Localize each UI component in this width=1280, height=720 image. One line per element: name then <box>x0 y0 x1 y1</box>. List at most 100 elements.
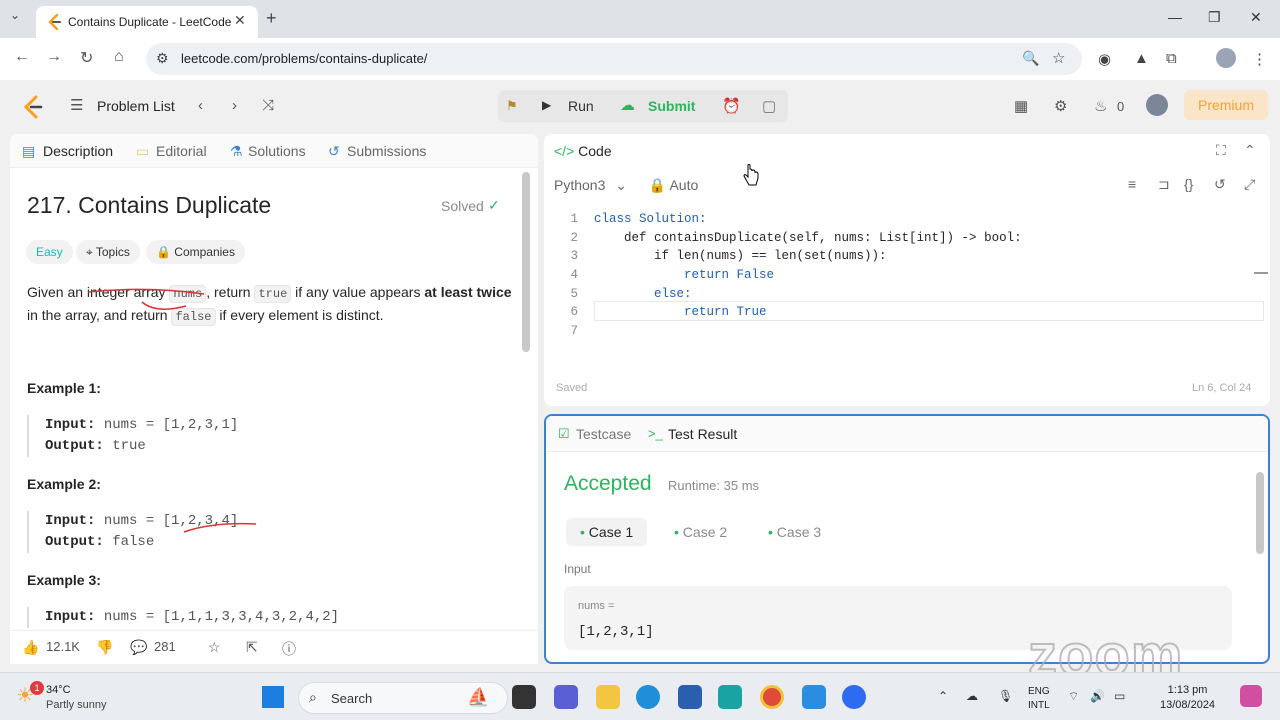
teams-chat-icon[interactable] <box>554 685 578 709</box>
code-line[interactable]: class Solution: <box>594 212 707 226</box>
taskbar-search[interactable]: ⌕ Search ⛵ <box>298 682 508 714</box>
layout-icon[interactable]: ▦ <box>1014 97 1028 115</box>
wifi-icon[interactable]: ⌔ <box>1068 689 1079 704</box>
streak-flame-icon[interactable]: ♨ <box>1094 97 1107 115</box>
code-line[interactable]: return True <box>594 305 767 319</box>
tab-editorial[interactable]: Editorial <box>156 143 207 159</box>
braces-icon[interactable]: {} <box>1184 176 1193 192</box>
bookmark-icon[interactable]: ⊐ <box>1158 176 1170 193</box>
notes-icon[interactable]: ▢ <box>762 97 776 115</box>
battery-icon[interactable]: ▭ <box>1114 689 1125 703</box>
debug-icon[interactable]: ⚑ <box>506 98 518 114</box>
extensions-puzzle-icon[interactable]: ⧉ <box>1166 50 1177 67</box>
browser-menu-icon[interactable]: ⋮ <box>1252 50 1267 68</box>
browser-tab[interactable]: Contains Duplicate - LeetCode ✕ <box>36 6 258 38</box>
tray-chevron-icon[interactable]: ⌃ <box>938 689 948 703</box>
premium-button[interactable]: Premium <box>1184 90 1268 120</box>
extension-colorful-icon[interactable]: ◉ <box>1098 50 1111 68</box>
problem-list-icon[interactable]: ☰ <box>70 96 83 114</box>
tab-solutions[interactable]: Solutions <box>248 143 306 159</box>
favorite-star-icon[interactable]: ☆ <box>208 639 221 656</box>
file-explorer-icon[interactable] <box>596 685 620 709</box>
code-line[interactable]: else: <box>594 287 692 301</box>
user-avatar[interactable] <box>1146 94 1168 116</box>
collapse-chevron-icon[interactable]: ⌃ <box>1244 142 1256 159</box>
fullscreen-icon[interactable]: ⛶ <box>1216 142 1226 159</box>
input-label: Input: <box>45 513 96 529</box>
browser-toolbar: ← → ↻ ⌂ ⚙ leetcode.com/problems/contains… <box>0 38 1280 80</box>
share-icon[interactable]: ⇱ <box>246 639 258 656</box>
mode-label[interactable]: Auto <box>669 177 698 193</box>
case-tab-1[interactable]: • Case 1 <box>566 518 648 546</box>
example-heading: Example 1: <box>27 380 101 396</box>
submit-button[interactable]: Submit <box>648 98 695 114</box>
zoom-app-icon[interactable] <box>842 685 866 709</box>
language-select[interactable]: Python3 <box>554 177 605 193</box>
maximize-icon[interactable]: ❐ <box>1208 9 1221 26</box>
store-icon[interactable] <box>678 685 702 709</box>
site-info-icon[interactable]: ⚙ <box>156 50 169 67</box>
close-window-icon[interactable]: ✕ <box>1250 9 1262 26</box>
tab-testcase[interactable]: Testcase <box>576 426 631 442</box>
pass-dot-icon: • <box>674 524 683 540</box>
leetcode-logo-icon[interactable] <box>22 95 44 119</box>
lang-layout: INTL <box>1028 700 1050 711</box>
chevron-down-icon[interactable]: ⌄ <box>615 177 627 193</box>
timer-icon[interactable]: ⏰ <box>722 97 741 115</box>
url-text: leetcode.com/problems/contains-duplicate… <box>181 51 428 66</box>
problem-list-link[interactable]: Problem List <box>97 98 175 114</box>
code-line[interactable]: return False <box>594 268 774 282</box>
language-indicator[interactable]: ENG INTL <box>1028 685 1050 713</box>
forward-icon[interactable]: → <box>46 48 62 66</box>
reload-icon[interactable]: ↻ <box>80 48 93 68</box>
code-line[interactable]: def containsDuplicate(self, nums: List[i… <box>594 231 1022 245</box>
cloud-icon[interactable]: ☁ <box>966 689 978 703</box>
example-output: false <box>112 534 155 550</box>
vscode-icon[interactable] <box>802 685 826 709</box>
zoom-icon[interactable]: 🔍 <box>1022 50 1039 67</box>
profile-avatar[interactable] <box>1216 48 1236 68</box>
close-tab-icon[interactable]: ✕ <box>234 12 246 29</box>
description-scrollbar[interactable] <box>522 172 530 352</box>
expand-icon[interactable]: ⤢ <box>1244 176 1255 193</box>
copilot-icon[interactable] <box>1240 685 1262 707</box>
tab-submissions[interactable]: Submissions <box>347 143 426 159</box>
topics-chip[interactable]: ⌖ Topics <box>76 240 140 264</box>
volume-icon[interactable]: 🔊 <box>1090 689 1105 703</box>
home-icon[interactable]: ⌂ <box>114 48 124 66</box>
bookmark-star-icon[interactable]: ☆ <box>1052 49 1065 67</box>
case-tab-3[interactable]: • Case 3 <box>754 518 835 546</box>
run-button[interactable]: Run <box>568 98 594 114</box>
new-tab-button[interactable]: + <box>266 8 277 29</box>
shuffle-icon[interactable]: ⤨ <box>262 97 274 114</box>
thumbs-down-icon[interactable]: 👎 <box>96 639 113 656</box>
back-icon[interactable]: ← <box>14 48 30 66</box>
result-scrollbar[interactable] <box>1256 472 1264 554</box>
tab-description[interactable]: Description <box>43 143 113 159</box>
chrome-icon[interactable] <box>760 685 784 709</box>
prev-problem-icon[interactable]: ‹ <box>198 97 203 114</box>
format-icon[interactable]: ≡ <box>1128 176 1136 192</box>
tab-search-chevron-icon[interactable]: ⌄ <box>10 8 20 22</box>
system-clock[interactable]: 1:13 pm 13/08/2024 <box>1160 683 1215 713</box>
task-view-icon[interactable] <box>512 685 536 709</box>
help-icon[interactable]: ⓘ <box>282 639 296 659</box>
companies-chip[interactable]: 🔒 Companies <box>146 240 245 264</box>
tab-test-result[interactable]: Test Result <box>668 426 737 442</box>
microphone-icon[interactable]: 🎙 <box>998 689 1013 703</box>
code-line[interactable]: if len(nums) == len(set(nums)): <box>594 249 887 263</box>
minimize-icon[interactable]: — <box>1168 9 1182 25</box>
case-tab-2[interactable]: • Case 2 <box>660 518 741 546</box>
app-icon[interactable] <box>718 685 742 709</box>
reset-icon[interactable]: ↺ <box>1214 176 1226 193</box>
thumbs-up-icon[interactable]: 👍 <box>22 639 39 656</box>
extension-fire-icon[interactable]: ▲ <box>1134 50 1149 67</box>
problem-title: 217. Contains Duplicate <box>27 192 272 218</box>
settings-gear-icon[interactable]: ⚙ <box>1054 97 1067 115</box>
address-bar[interactable]: ⚙ leetcode.com/problems/contains-duplica… <box>146 43 1082 75</box>
start-windows-icon[interactable] <box>262 686 284 708</box>
edge-browser-icon[interactable] <box>636 685 660 709</box>
cursor-position: Ln 6, Col 24 <box>1192 382 1252 394</box>
comment-icon[interactable]: 💬 <box>130 639 147 656</box>
next-problem-icon[interactable]: › <box>232 97 237 114</box>
